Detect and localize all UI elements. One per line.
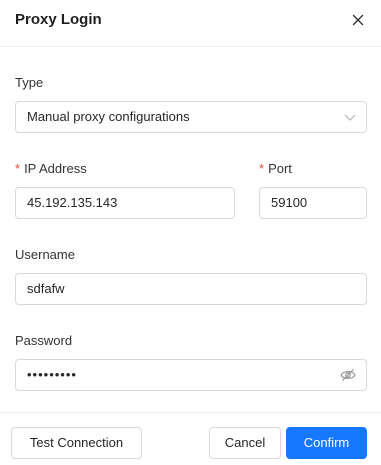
confirm-button[interactable]: Confirm: [286, 427, 367, 459]
password-input[interactable]: •••••••••: [15, 359, 367, 391]
type-label: Type: [15, 75, 43, 91]
type-select[interactable]: Manual proxy configurations: [15, 101, 367, 133]
port-value: 59100: [271, 195, 308, 210]
ip-address-label: * IP Address: [15, 161, 87, 177]
port-input[interactable]: 59100: [259, 187, 367, 219]
port-required-mark: *: [259, 161, 265, 176]
password-label-text: Password: [15, 333, 73, 348]
port-label: * Port: [259, 161, 292, 177]
chevron-down-icon: [344, 114, 356, 121]
ip-label-text: IP Address: [24, 161, 87, 176]
ip-address-value: 45.192.135.143: [27, 195, 118, 210]
eye-off-icon[interactable]: [340, 368, 356, 382]
username-label-text: Username: [15, 247, 75, 262]
cancel-button[interactable]: Cancel: [209, 427, 281, 459]
proxy-login-dialog: Proxy Login Type Manual proxy configurat…: [0, 0, 381, 464]
ip-required-mark: *: [15, 161, 21, 176]
password-masked-value: •••••••••: [27, 367, 77, 382]
ip-address-input[interactable]: 45.192.135.143: [15, 187, 235, 219]
dialog-header: Proxy Login: [0, 0, 381, 47]
username-value: sdfafw: [27, 281, 65, 296]
close-button[interactable]: [348, 10, 368, 30]
close-icon: [352, 14, 364, 26]
type-select-value: Manual proxy configurations: [27, 109, 190, 124]
dialog-footer: Test Connection Cancel Confirm: [0, 412, 381, 465]
port-label-text: Port: [268, 161, 292, 176]
password-label: Password: [15, 333, 72, 349]
type-label-text: Type: [15, 75, 44, 90]
dialog-title: Proxy Login: [15, 11, 102, 28]
test-connection-button[interactable]: Test Connection: [11, 427, 142, 459]
username-input[interactable]: sdfafw: [15, 273, 367, 305]
username-label: Username: [15, 247, 75, 263]
